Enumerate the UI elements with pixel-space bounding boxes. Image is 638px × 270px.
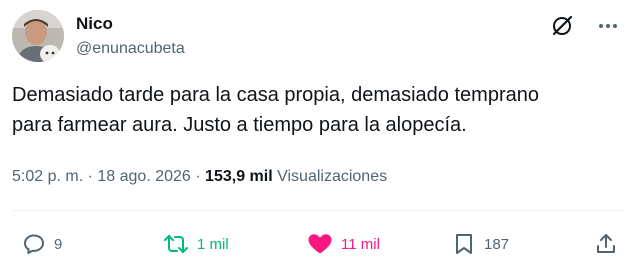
tweet-time-value: 5:02 p. m. — [12, 168, 84, 185]
views-count: 153,9 mil — [205, 168, 273, 185]
more-icon[interactable] — [596, 14, 620, 38]
tweet-date: 18 ago. 2026 — [97, 168, 191, 185]
repost-button[interactable]: 1 mil — [163, 229, 229, 259]
reply-count: 9 — [54, 235, 63, 253]
like-button[interactable]: 11 mil — [307, 229, 380, 259]
bookmark-count: 187 — [484, 235, 510, 253]
heart-icon — [308, 234, 332, 254]
divider — [12, 210, 626, 211]
bookmark-button[interactable]: 187 — [452, 229, 509, 259]
like-count: 11 mil — [341, 235, 380, 253]
repost-icon — [164, 235, 188, 253]
share-icon — [597, 234, 615, 253]
meta-separator: · — [195, 168, 201, 185]
display-name[interactable]: Nico — [76, 14, 185, 34]
share-button[interactable] — [594, 229, 618, 259]
tweet-header: Nico @enunacubeta — [12, 8, 626, 64]
tweet-time[interactable]: 5:02 p. m. · 18 ago. 2026 — [12, 168, 191, 185]
repost-count: 1 mil — [197, 235, 229, 253]
views-label: Visualizaciones — [277, 168, 388, 185]
reply-icon — [24, 234, 44, 254]
grok-icon[interactable] — [550, 14, 574, 38]
meta-separator: · — [87, 168, 93, 185]
user-handle[interactable]: @enunacubeta — [76, 38, 185, 60]
bookmark-icon — [456, 234, 472, 254]
tweet-meta: 5:02 p. m. · 18 ago. 2026 · 153,9 mil Vi… — [12, 166, 387, 188]
tweet-text: Demasiado tarde para la casa propia, dem… — [12, 84, 539, 136]
avatar[interactable] — [12, 10, 64, 62]
avatar-image — [12, 10, 64, 62]
reply-button[interactable]: 9 — [22, 229, 62, 259]
user-info: Nico @enunacubeta — [76, 14, 185, 60]
